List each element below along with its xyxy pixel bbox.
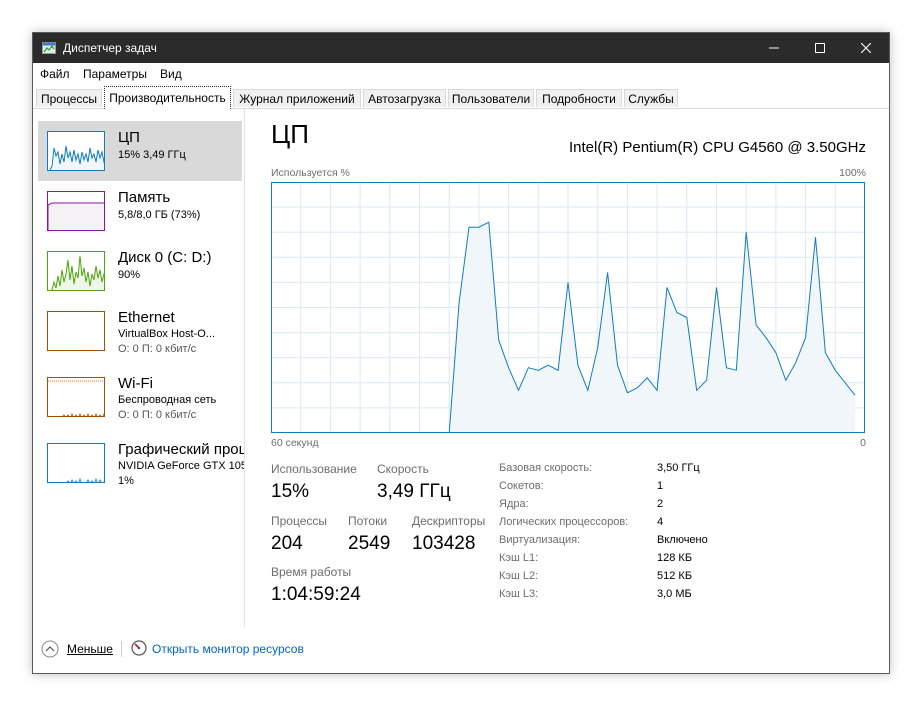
wifi-thumbnail bbox=[47, 377, 105, 417]
tab-startup[interactable]: Автозагрузка bbox=[363, 89, 446, 107]
tab-performance[interactable]: Производительность bbox=[104, 86, 231, 109]
maximize-icon bbox=[815, 43, 825, 53]
memory-thumbnail bbox=[47, 191, 105, 231]
usage-value: 15% bbox=[271, 481, 310, 502]
handles-value: 103428 bbox=[412, 533, 476, 554]
sidebar-item-disk[interactable]: Диск 0 (C: D:) 90% bbox=[38, 241, 242, 301]
gpu-thumbnail bbox=[47, 443, 105, 483]
sidebar-item-wifi[interactable]: Wi-Fi Беспроводная сеть О: 0 П: 0 кбит/с bbox=[38, 367, 242, 427]
spec-label-base-speed: Базовая скорость: bbox=[499, 462, 593, 474]
footer-divider bbox=[121, 641, 122, 657]
fewer-details-button[interactable]: Меньше bbox=[67, 642, 113, 656]
cpu-usage-chart bbox=[271, 182, 865, 433]
tab-details[interactable]: Подробности bbox=[536, 89, 622, 107]
minimize-button[interactable] bbox=[751, 33, 797, 63]
disk-title: Диск 0 (C: D:) bbox=[118, 249, 212, 266]
sidebar-item-gpu[interactable]: Графический процессор 0 NVIDIA GeForce G… bbox=[38, 433, 245, 493]
tab-users[interactable]: Пользователи bbox=[448, 89, 534, 107]
wifi-throughput: О: 0 П: 0 кбит/с bbox=[118, 409, 197, 421]
uptime-label: Время работы bbox=[271, 565, 352, 579]
processes-label: Процессы bbox=[271, 514, 328, 528]
task-manager-icon bbox=[42, 42, 56, 54]
spec-value-sockets: 1 bbox=[657, 480, 664, 492]
spec-label-sockets: Сокетов: bbox=[499, 480, 544, 492]
gpu-title: Графический процессор 0 bbox=[118, 441, 245, 458]
ethernet-thumbnail bbox=[47, 311, 105, 351]
resource-sidebar: ЦП 15% 3,49 ГГц Память 5,8/8,0 ГБ (73%) bbox=[33, 109, 245, 627]
graph-label-max: 100% bbox=[839, 167, 866, 179]
menu-view[interactable]: Вид bbox=[160, 67, 182, 81]
tab-strip: Процессы Производительность Журнал прило… bbox=[33, 86, 889, 109]
performance-content: ЦП 15% 3,49 ГГц Память 5,8/8,0 ГБ (73%) bbox=[33, 109, 889, 627]
graph-label-timespan: 60 секунд bbox=[271, 437, 319, 449]
cpu-subtitle: 15% 3,49 ГГц bbox=[118, 149, 186, 161]
sidebar-item-ethernet[interactable]: Ethernet VirtualBox Host-O... О: 0 П: 0 … bbox=[38, 301, 242, 361]
memory-title: Память bbox=[118, 189, 171, 206]
processes-value: 204 bbox=[271, 533, 303, 554]
speed-label: Скорость bbox=[377, 462, 429, 476]
disk-thumbnail bbox=[47, 251, 105, 291]
close-button[interactable] bbox=[843, 33, 889, 63]
footer-bar: Меньше Открыть монитор ресурсов bbox=[33, 627, 889, 673]
open-resource-monitor-link[interactable]: Открыть монитор ресурсов bbox=[152, 642, 304, 656]
spec-value-base-speed: 3,50 ГГц bbox=[657, 462, 700, 474]
minimize-icon bbox=[769, 47, 779, 49]
cpu-detail-panel: ЦП Intel(R) Pentium(R) CPU G4560 @ 3.50G… bbox=[245, 109, 889, 627]
speed-value: 3,49 ГГц bbox=[377, 481, 451, 502]
wifi-title: Wi-Fi bbox=[118, 375, 153, 392]
tab-processes[interactable]: Процессы bbox=[36, 89, 102, 107]
spec-label-l1: Кэш L1: bbox=[499, 552, 539, 564]
cpu-model: Intel(R) Pentium(R) CPU G4560 @ 3.50GHz bbox=[569, 139, 866, 156]
tab-app-history[interactable]: Журнал приложений bbox=[233, 89, 361, 107]
uptime-value: 1:04:59:24 bbox=[271, 584, 361, 605]
gpu-usage: 1% bbox=[118, 475, 134, 487]
sidebar-item-cpu[interactable]: ЦП 15% 3,49 ГГц bbox=[38, 121, 242, 181]
window-title: Диспетчер задач bbox=[63, 41, 157, 55]
threads-label: Потоки bbox=[348, 514, 388, 528]
spec-value-virtualization: Включено bbox=[657, 534, 708, 546]
wifi-subtitle: Беспроводная сеть bbox=[118, 394, 217, 406]
spec-value-l2: 512 КБ bbox=[657, 570, 693, 582]
spec-value-logical: 4 bbox=[657, 516, 664, 528]
graph-label-usage: Используется % bbox=[271, 167, 350, 179]
page-title: ЦП bbox=[271, 119, 309, 149]
ethernet-throughput: О: 0 П: 0 кбит/с bbox=[118, 343, 197, 355]
spec-value-l1: 128 КБ bbox=[657, 552, 693, 564]
threads-value: 2549 bbox=[348, 533, 391, 554]
ethernet-title: Ethernet bbox=[118, 309, 175, 326]
close-icon bbox=[861, 43, 871, 53]
menu-options[interactable]: Параметры bbox=[83, 67, 147, 81]
resource-monitor-icon[interactable] bbox=[131, 640, 147, 656]
sidebar-item-memory[interactable]: Память 5,8/8,0 ГБ (73%) bbox=[38, 181, 242, 241]
cpu-thumbnail bbox=[47, 131, 105, 171]
task-manager-window: Диспетчер задач Файл Параметры Вид Проце… bbox=[32, 32, 890, 674]
memory-subtitle: 5,8/8,0 ГБ (73%) bbox=[118, 209, 201, 221]
graph-label-min: 0 bbox=[860, 437, 866, 449]
usage-label: Использование bbox=[271, 462, 357, 476]
menu-file[interactable]: Файл bbox=[40, 67, 70, 81]
menu-bar: Файл Параметры Вид bbox=[33, 63, 889, 85]
spec-label-l3: Кэш L3: bbox=[499, 588, 539, 600]
maximize-button[interactable] bbox=[797, 33, 843, 63]
spec-label-cores: Ядра: bbox=[499, 498, 529, 510]
disk-subtitle: 90% bbox=[118, 269, 141, 281]
tab-services[interactable]: Службы bbox=[624, 89, 678, 107]
chevron-up-icon[interactable] bbox=[41, 640, 59, 658]
spec-label-l2: Кэш L2: bbox=[499, 570, 539, 582]
handles-label: Дескрипторы bbox=[412, 514, 486, 528]
spec-label-virtualization: Виртуализация: bbox=[499, 534, 581, 546]
gpu-subtitle: NVIDIA GeForce GTX 1050 bbox=[118, 460, 245, 472]
spec-value-l3: 3,0 МБ bbox=[657, 588, 692, 600]
ethernet-subtitle: VirtualBox Host-O... bbox=[118, 328, 215, 340]
cpu-title: ЦП bbox=[118, 129, 140, 146]
spec-label-logical: Логических процессоров: bbox=[499, 516, 629, 528]
title-bar[interactable]: Диспетчер задач bbox=[33, 33, 889, 63]
spec-value-cores: 2 bbox=[657, 498, 664, 510]
